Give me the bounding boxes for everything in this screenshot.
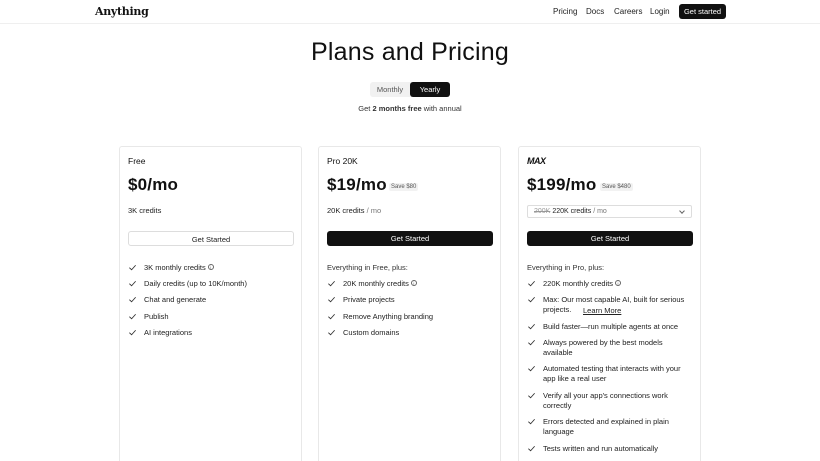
- nav-link-careers[interactable]: Careers: [614, 7, 642, 16]
- feature-text: Tests written and run automatically: [543, 444, 659, 453]
- page-title: Plans and Pricing: [311, 38, 509, 66]
- feature-text: 3K monthly credits: [144, 263, 206, 272]
- plan-card-free: Free $0/mo 3K credits Get Started 3K mon…: [119, 146, 302, 461]
- feature-text: Verify all your app's connections work c…: [543, 391, 668, 410]
- plan-name: Pro 20K: [327, 156, 358, 166]
- credits-period: / mo: [593, 208, 607, 215]
- check-icon: [528, 392, 535, 399]
- nav-link-pricing[interactable]: Pricing: [553, 7, 577, 16]
- chevron-down-icon: [679, 208, 685, 214]
- check-icon: [528, 323, 535, 330]
- credits-select[interactable]: 200K 220K credits / mo: [527, 205, 692, 218]
- check-icon: [129, 264, 136, 271]
- billing-toggle: Monthly Yearly: [370, 82, 450, 97]
- check-icon: [328, 296, 335, 303]
- feature-text: Chat and generate: [144, 295, 207, 304]
- info-icon[interactable]: i: [410, 280, 417, 286]
- plan-card-max: MAX $199/mo Save $480 200K 220K credits …: [518, 146, 701, 461]
- check-icon: [528, 365, 535, 372]
- info-icon[interactable]: i: [615, 280, 622, 286]
- top-nav: Anything Pricing Docs Careers Login Get …: [0, 0, 820, 24]
- credits-old: 200K: [534, 208, 551, 215]
- feature-text: Always powered by the best models availa…: [543, 338, 663, 357]
- save-badge: Save $80: [389, 183, 419, 191]
- feature-text: Remove Anything branding: [343, 312, 434, 321]
- annual-promo: Get 2 months free with annual: [0, 104, 820, 113]
- feature-text: Private projects: [343, 295, 395, 304]
- check-icon: [328, 313, 335, 320]
- feature-text: Errors detected and explained in plain l…: [543, 417, 669, 436]
- get-started-max-button[interactable]: Get Started: [527, 231, 693, 246]
- check-icon: [129, 313, 136, 320]
- feature-text: Custom domains: [343, 328, 400, 337]
- promo-suffix: with annual: [423, 104, 462, 113]
- feature-text: AI integrations: [144, 328, 192, 337]
- nav-link-login[interactable]: Login: [650, 7, 670, 16]
- credits-period: / mo: [366, 206, 382, 215]
- toggle-monthly[interactable]: Monthly: [370, 82, 410, 97]
- check-icon: [328, 329, 335, 336]
- nav-link-docs[interactable]: Docs: [586, 7, 604, 16]
- get-started-free-button[interactable]: Get Started: [128, 231, 294, 246]
- plan-credits: 3K credits: [128, 206, 162, 215]
- plan-price: $19/mo: [327, 175, 387, 194]
- feature-text: Daily credits (up to 10K/month): [144, 279, 247, 288]
- check-icon: [129, 296, 136, 303]
- info-icon[interactable]: i: [207, 264, 214, 270]
- save-badge: Save $480: [600, 183, 633, 191]
- check-icon: [528, 418, 535, 425]
- check-icon: [129, 329, 136, 336]
- feature-text: Automated testing that interacts with yo…: [543, 364, 681, 383]
- check-icon: [528, 339, 535, 346]
- promo-months: 2 months: [372, 104, 406, 113]
- everything-included: Everything in Pro, plus:: [527, 263, 605, 272]
- check-icon: [528, 296, 535, 303]
- plan-name: Free: [128, 156, 146, 166]
- plan-price: $0/mo: [128, 175, 179, 194]
- everything-included: Everything in Free, plus:: [327, 263, 408, 272]
- feature-text: Build faster—run multiple agents at once: [543, 322, 679, 331]
- get-started-pro-button[interactable]: Get Started: [327, 231, 493, 246]
- feature-text: 220K monthly credits: [543, 279, 614, 288]
- promo-free: free: [407, 104, 422, 113]
- max-logo: MAX: [527, 156, 546, 166]
- get-started-button[interactable]: Get started: [679, 4, 726, 19]
- check-icon: [328, 280, 335, 287]
- check-icon: [528, 280, 535, 287]
- plan-credits: 20K credits / mo: [327, 206, 381, 215]
- anything-logo[interactable]: Anything: [95, 5, 149, 18]
- credits-amount: 220K credits: [552, 208, 592, 215]
- promo-prefix: Get: [358, 104, 371, 113]
- credits-amount: 20K credits: [327, 206, 365, 215]
- toggle-yearly[interactable]: Yearly: [410, 82, 450, 97]
- check-icon: [528, 445, 535, 452]
- feature-text: 20K monthly credits: [343, 279, 409, 288]
- check-icon: [129, 280, 136, 287]
- plan-card-pro: Pro 20K $19/mo Save $80 20K credits / mo…: [318, 146, 501, 461]
- plan-price: $199/mo: [527, 175, 597, 194]
- learn-more-link[interactable]: Learn More: [583, 306, 621, 315]
- feature-text: Publish: [144, 312, 169, 321]
